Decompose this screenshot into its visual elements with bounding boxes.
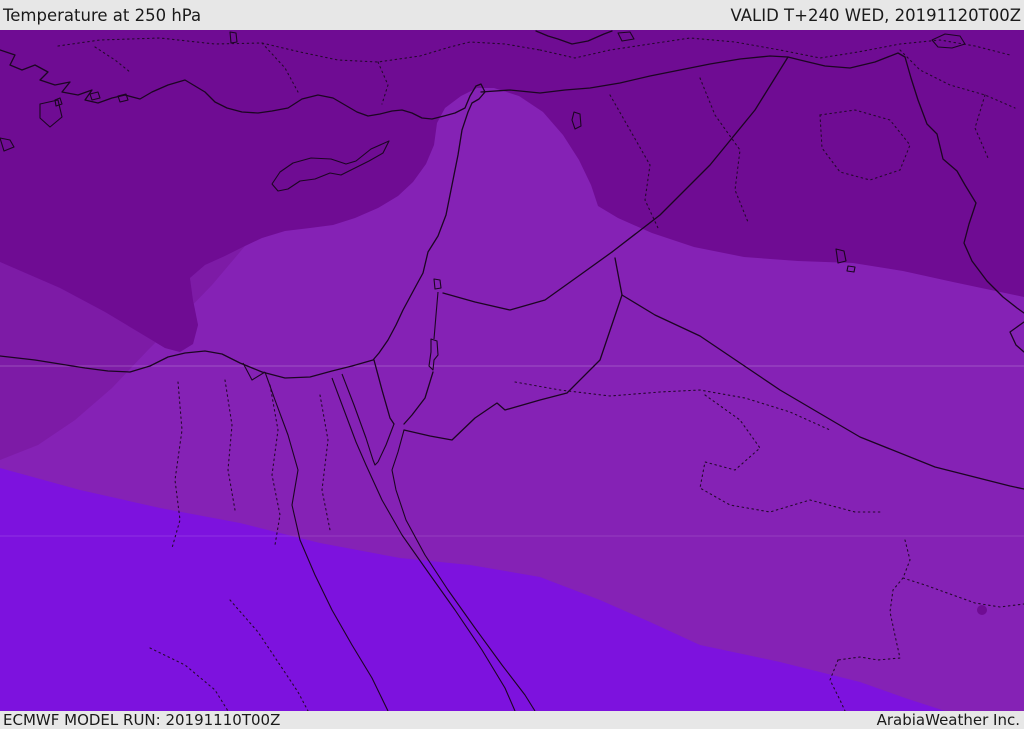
temperature-map-canvas [0, 30, 1024, 711]
footer-bar: ECMWF MODEL RUN: 20191110T00Z ArabiaWeat… [0, 711, 1024, 729]
header-bar: Temperature at 250 hPa VALID T+240 WED, … [0, 0, 1024, 30]
valid-time-label: VALID T+240 WED, 20191120T00Z [730, 5, 1021, 25]
map-title: Temperature at 250 hPa [3, 5, 202, 25]
cold-spot [977, 605, 987, 615]
weather-map [0, 30, 1024, 711]
model-run-label: ECMWF MODEL RUN: 20191110T00Z [3, 711, 281, 729]
credit-label: ArabiaWeather Inc. [876, 711, 1020, 729]
